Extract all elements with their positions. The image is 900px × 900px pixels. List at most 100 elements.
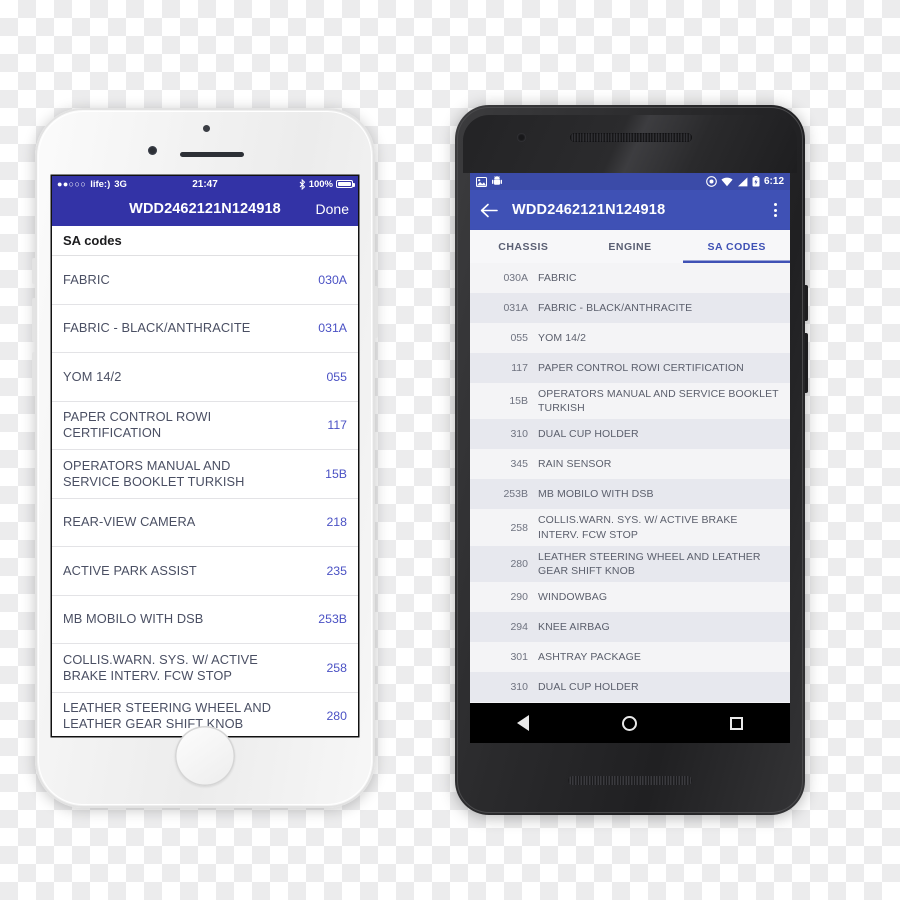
iphone-volume-down-button[interactable] <box>32 352 35 396</box>
tab-chassis[interactable]: CHASSIS <box>470 230 577 263</box>
sa-codes-list[interactable]: FABRIC 030A FABRIC - BLACK/ANTHRACITE 031A Y… <box>52 256 358 736</box>
list-item[interactable]: PAPER CONTROL ROWI CERTIFICATION 117 <box>52 402 358 450</box>
iphone-silent-switch[interactable] <box>32 258 35 284</box>
tab-sa-codes[interactable]: SA CODES <box>683 230 790 263</box>
table-cell-label: YOM 14/2 <box>538 331 587 344</box>
list-item[interactable]: ACTIVE PARK ASSIST 235 <box>52 547 358 596</box>
list-item[interactable]: COLLIS.WARN. SYS. W/ ACTIVE BRAKE INTERV… <box>52 644 358 693</box>
android-earpiece-speaker <box>570 133 692 142</box>
ios-nav-bar: WDD2462121N124918 Done <box>52 192 358 226</box>
nav-back-icon[interactable] <box>516 715 529 731</box>
battery-icon <box>336 180 355 188</box>
iphone-device: ●●○○○ life:) 3G 21:47 100% WDD2462121N12… <box>32 108 378 808</box>
list-item-label: PAPER CONTROL ROWI CERTIFICATION <box>63 409 212 441</box>
list-item-label: OPERATORS MANUAL AND SERVICE BOOKLET TUR… <box>63 457 245 489</box>
table-row[interactable]: 030A FABRIC <box>470 263 790 293</box>
page-title: WDD2462121N124918 <box>512 202 666 218</box>
table-row[interactable]: 310 DUAL CUP HOLDER <box>470 419 790 450</box>
android-app-bar: WDD2462121N124918 <box>470 190 790 230</box>
table-cell-label: COLLIS.WARN. SYS. W/ ACTIVE BRAKE INTERV… <box>538 514 738 541</box>
table-row[interactable]: 290 WINDOWBAG <box>470 582 790 612</box>
android-robot-icon <box>492 176 502 185</box>
table-row[interactable]: 253B MB MOBILO WITH DSB <box>470 479 790 510</box>
tab-engine[interactable]: ENGINE <box>577 230 684 263</box>
overflow-menu-icon[interactable] <box>771 199 780 221</box>
wifi-icon <box>721 177 733 186</box>
list-item[interactable]: MB MOBILO WITH DSB 253B <box>52 596 358 644</box>
done-button[interactable]: Done <box>316 201 349 217</box>
sa-codes-list[interactable]: 030A FABRIC 031A FABRIC - BLACK/ANTHRACITE 0… <box>470 263 790 733</box>
iphone-front-camera <box>148 146 157 155</box>
list-item-label: LEATHER STEERING WHEEL AND LEATHER GEAR … <box>63 700 272 732</box>
list-item-code: 258 <box>326 660 347 675</box>
android-power-button[interactable] <box>805 285 808 321</box>
list-item-code: 030A <box>318 272 347 287</box>
location-icon <box>706 176 717 187</box>
list-item-label: YOM 14/2 <box>63 368 122 384</box>
tab-label: ENGINE <box>608 240 652 253</box>
list-item-code: 218 <box>326 515 347 530</box>
table-row[interactable]: 310 DUAL CUP HOLDER <box>470 672 790 703</box>
android-bottom-speaker <box>568 776 692 785</box>
table-cell-label: KNEE AIRBAG <box>538 620 610 633</box>
table-row[interactable]: 345 RAIN SENSOR <box>470 449 790 479</box>
ios-status-right: 100% <box>299 178 355 190</box>
tab-label: CHASSIS <box>498 240 549 253</box>
table-cell-label: WINDOWBAG <box>538 590 608 603</box>
list-item-label: REAR-VIEW CAMERA <box>63 514 196 530</box>
table-cell-code: 301 <box>510 651 528 664</box>
table-cell-code: 253B <box>503 488 528 501</box>
table-cell-code: 258 <box>510 521 528 534</box>
table-row[interactable]: 055 YOM 14/2 <box>470 323 790 353</box>
list-item[interactable]: FABRIC 030A <box>52 256 358 305</box>
list-item[interactable]: OPERATORS MANUAL AND SERVICE BOOKLET TUR… <box>52 450 358 499</box>
android-volume-button[interactable] <box>805 333 808 393</box>
cellular-signal-icon <box>737 176 748 186</box>
tab-bar[interactable]: CHASSIS ENGINE SA CODES <box>470 230 790 263</box>
nav-home-icon[interactable] <box>621 715 637 731</box>
table-cell-code: 031A <box>503 302 528 314</box>
table-cell-label: DUAL CUP HOLDER <box>538 428 639 441</box>
table-cell-code: 310 <box>510 681 528 694</box>
table-row[interactable]: 280 LEATHER STEERING WHEEL AND LEATHER GE… <box>470 545 790 583</box>
table-row[interactable]: 117 PAPER CONTROL ROWI CERTIFICATION <box>470 353 790 383</box>
list-item-code: 031A <box>318 321 347 336</box>
table-cell-code: 117 <box>511 362 528 374</box>
list-item-code: 117 <box>327 418 347 433</box>
table-cell-code: 15B <box>509 395 528 408</box>
page-title: WDD2462121N124918 <box>129 201 281 217</box>
iphone-power-button[interactable] <box>375 286 378 338</box>
table-cell-code: 030A <box>503 272 528 284</box>
table-cell-label: ASHTRAY PACKAGE <box>538 650 642 663</box>
table-cell-label: PAPER CONTROL ROWI CERTIFICATION <box>538 361 744 374</box>
table-cell-label: MB MOBILO WITH DSB <box>538 488 654 501</box>
table-cell-label: FABRIC - BLACK/ANTHRACITE <box>538 301 693 314</box>
table-cell-code: 310 <box>510 428 528 441</box>
iphone-home-button[interactable] <box>175 726 235 786</box>
iphone-volume-up-button[interactable] <box>32 298 35 342</box>
android-top-glass <box>463 115 797 173</box>
arrow-back-icon[interactable] <box>480 203 498 218</box>
tab-label: SA CODES <box>707 240 766 253</box>
iphone-earpiece-speaker <box>180 152 244 157</box>
table-cell-label: DUAL CUP HOLDER <box>538 680 639 693</box>
list-item[interactable]: FABRIC - BLACK/ANTHRACITE 031A <box>52 305 358 353</box>
table-cell-label: RAIN SENSOR <box>538 458 612 471</box>
list-item-label: ACTIVE PARK ASSIST <box>63 562 197 578</box>
nav-recents-icon[interactable] <box>730 716 744 730</box>
list-item[interactable]: REAR-VIEW CAMERA 218 <box>52 499 358 547</box>
bluetooth-icon <box>299 178 305 190</box>
android-status-bar: 6:12 <box>470 173 790 190</box>
table-cell-code: 290 <box>510 591 528 604</box>
battery-percent-label: 100% <box>308 178 333 190</box>
list-item-code: 235 <box>326 563 347 578</box>
table-row[interactable]: 031A FABRIC - BLACK/ANTHRACITE <box>470 293 790 323</box>
ios-status-bar: ●●○○○ life:) 3G 21:47 100% <box>52 176 358 192</box>
table-row[interactable]: 15B OPERATORS MANUAL AND SERVICE BOOKLET … <box>470 383 790 419</box>
table-row[interactable]: 258 COLLIS.WARN. SYS. W/ ACTIVE BRAKE INT… <box>470 509 790 545</box>
table-row[interactable]: 294 KNEE AIRBAG <box>470 612 790 643</box>
list-item-code: 280 <box>326 709 347 724</box>
table-row[interactable]: 301 ASHTRAY PACKAGE <box>470 642 790 672</box>
status-bar-clock: 6:12 <box>763 176 784 187</box>
list-item[interactable]: YOM 14/2 055 <box>52 353 358 402</box>
